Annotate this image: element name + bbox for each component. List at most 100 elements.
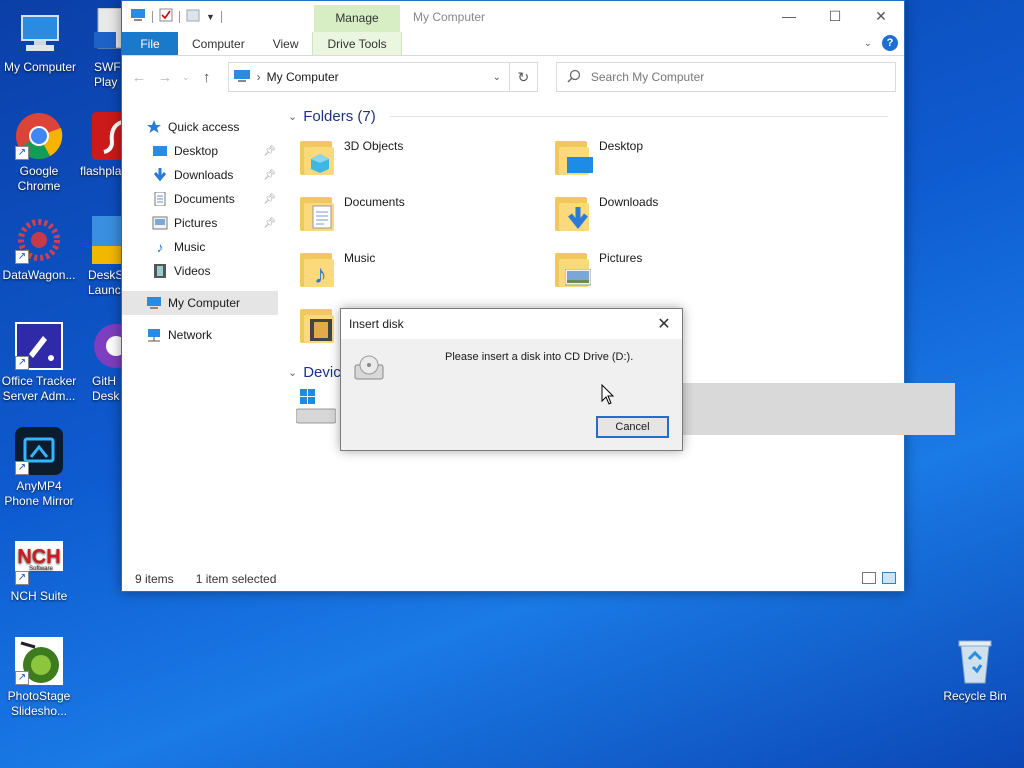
desktop-icon-office-tracker[interactable]: ↗ Office Tracker Server Adm...	[0, 322, 79, 404]
nch-logo-text: NCH	[17, 546, 60, 568]
pin-icon[interactable]: 📌︎	[263, 194, 276, 205]
folders-group-header[interactable]: ⌄ Folders (7)	[288, 105, 904, 127]
computer-icon	[146, 296, 162, 310]
tab-manage[interactable]: Manage	[314, 5, 400, 32]
anymp4-icon: ↗	[15, 427, 63, 475]
desktop-icon-my-computer[interactable]: My Computer	[0, 8, 80, 75]
monitor-icon	[16, 8, 64, 56]
collapse-chevron-icon[interactable]: ⌄	[288, 366, 297, 379]
address-dropdown-icon[interactable]: ⌄	[485, 72, 509, 83]
tab-computer[interactable]: Computer	[178, 32, 259, 55]
shortcut-arrow-icon: ↗	[15, 461, 29, 475]
desktop-icon-datawagon[interactable]: ↗ DataWagon...	[0, 216, 79, 283]
pin-icon[interactable]: 📌︎	[263, 170, 276, 181]
close-button[interactable]: ✕	[858, 1, 904, 32]
folder-pictures-icon	[553, 249, 593, 289]
recent-dropdown-icon[interactable]: ⌄	[182, 72, 190, 83]
desktop-icon-desksoft[interactable]: DeskS Launc	[84, 216, 122, 298]
folder-downloads[interactable]: Downloads	[553, 193, 808, 235]
desktop-icon-nch-suite[interactable]: NCH Software ↗ NCH Suite	[0, 537, 79, 604]
folder-videos-icon	[298, 305, 338, 345]
nav-pictures[interactable]: Pictures 📌︎	[122, 211, 278, 235]
nch-logo: NCH Software ↗	[15, 537, 63, 585]
breadcrumb-chevron-icon[interactable]: ›	[257, 70, 261, 84]
desktop-icon-recycle-bin[interactable]: Recycle Bin	[935, 637, 1015, 704]
help-icon[interactable]: ?	[882, 35, 898, 51]
desktop-icon-flashplayer[interactable]: flashpla	[78, 112, 122, 179]
explorer-window[interactable]: ▼ Manage My Computer — ☐ ✕ File Computer…	[121, 0, 955, 592]
tab-view[interactable]: View	[259, 32, 313, 55]
desktop-icon-label: flashpla	[80, 164, 122, 178]
folder-documents-icon	[298, 193, 338, 233]
folder-desktop-icon	[553, 137, 593, 177]
selection-count: 1 item selected	[195, 572, 277, 586]
nav-downloads[interactable]: Downloads 📌︎	[122, 163, 278, 187]
tab-file[interactable]: File	[122, 32, 178, 55]
nav-documents[interactable]: Documents 📌︎	[122, 187, 278, 211]
quick-access-toolbar: ▼	[122, 8, 222, 25]
search-input[interactable]: Search My Computer	[591, 70, 704, 84]
computer-icon	[233, 69, 251, 86]
nav-my-computer[interactable]: My Computer	[122, 291, 278, 315]
nav-quick-access[interactable]: Quick access	[122, 115, 278, 139]
nav-desktop[interactable]: Desktop 📌︎	[122, 139, 278, 163]
desktop-icon-photostage[interactable]: ↗ PhotoStage Slidesho...	[0, 637, 79, 719]
cancel-button[interactable]: Cancel	[596, 416, 669, 438]
minimize-button[interactable]: —	[766, 1, 812, 32]
folder-music[interactable]: ♪ Music	[298, 249, 553, 291]
collapse-chevron-icon[interactable]: ⌄	[288, 110, 297, 123]
nav-music[interactable]: ♪ Music	[122, 235, 278, 259]
new-folder-icon[interactable]	[186, 8, 200, 25]
large-icons-view-icon[interactable]	[882, 572, 896, 584]
computer-icon	[130, 8, 146, 25]
folder-downloads-icon	[553, 193, 593, 233]
up-arrow-icon[interactable]: ↑	[198, 69, 216, 86]
properties-icon[interactable]	[159, 8, 173, 25]
address-bar[interactable]: › My Computer ⌄ ↻	[227, 62, 538, 92]
folder-pictures[interactable]: Pictures	[553, 249, 808, 291]
insert-disk-dialog[interactable]: Insert disk ✕ Please insert a disk into …	[340, 308, 683, 451]
customize-dropdown-icon[interactable]: ▼	[206, 12, 215, 22]
dialog-close-icon[interactable]: ✕	[654, 314, 674, 334]
breadcrumb-my-computer[interactable]: My Computer	[267, 70, 339, 84]
folder-documents[interactable]: Documents	[298, 193, 553, 235]
shortcut-arrow-icon: ↗	[15, 571, 29, 585]
expand-ribbon-icon[interactable]: ⌄	[864, 38, 872, 49]
cd-drive-icon	[353, 353, 385, 383]
pin-icon[interactable]: 📌︎	[263, 146, 276, 157]
folder-3d-objects[interactable]: 3D Objects	[298, 137, 553, 179]
datawagon-icon: ↗	[15, 216, 63, 264]
desktop-icon-anymp4[interactable]: ↗ AnyMP4 Phone Mirror	[0, 427, 79, 509]
pin-icon[interactable]: 📌︎	[263, 218, 276, 229]
github-icon	[92, 322, 122, 370]
desktop-icon-github-desktop[interactable]: GitH Desk	[90, 322, 122, 404]
download-arrow-icon	[152, 168, 168, 182]
desktop-icon-google-chrome[interactable]: ↗ Google Chrome	[0, 112, 79, 194]
nav-network[interactable]: Network	[122, 323, 278, 347]
ribbon-tabs: File Computer View Drive Tools ⌄ ?	[122, 32, 904, 56]
flash-icon	[92, 112, 122, 160]
shortcut-arrow-icon: ↗	[15, 250, 29, 264]
dialog-title-bar[interactable]: Insert disk ✕	[341, 309, 682, 339]
windows-drive-icon[interactable]	[295, 389, 337, 429]
refresh-icon[interactable]: ↻	[508, 63, 537, 91]
film-icon	[152, 264, 168, 278]
forward-arrow-icon[interactable]: →	[156, 69, 174, 86]
document-icon	[152, 191, 168, 207]
details-view-icon[interactable]	[862, 572, 876, 584]
maximize-button[interactable]: ☐	[812, 1, 858, 32]
chrome-icon: ↗	[15, 112, 63, 160]
search-box[interactable]: Search My Computer	[555, 62, 896, 92]
dialog-message: Please insert a disk into CD Drive (D:).	[445, 351, 634, 363]
back-arrow-icon[interactable]: ←	[130, 69, 148, 86]
navigation-bar: ← → ⌄ ↑ › My Computer ⌄ ↻ Search My Comp…	[122, 56, 904, 98]
nav-videos[interactable]: Videos	[122, 259, 278, 283]
recycle-bin-icon	[951, 637, 999, 685]
folder-desktop[interactable]: Desktop	[553, 137, 808, 179]
title-bar[interactable]: ▼ Manage My Computer — ☐ ✕	[122, 1, 904, 32]
shortcut-arrow-icon: ↗	[15, 671, 29, 685]
dialog-title: Insert disk	[349, 317, 404, 331]
desktop-icon-label: PhotoStage Slidesho...	[7, 689, 71, 718]
tab-drive-tools[interactable]: Drive Tools	[312, 32, 402, 55]
desktop-icon-label: Office Tracker Server Adm...	[1, 374, 77, 403]
